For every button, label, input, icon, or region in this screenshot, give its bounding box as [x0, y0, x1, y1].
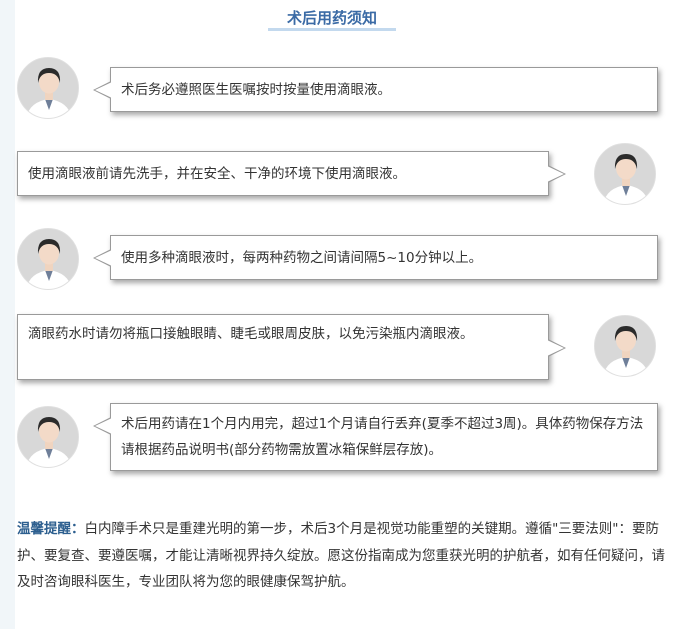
doctor-avatar-icon [18, 58, 78, 118]
warm-reminder-text: 白内障手术只是重建光明的第一步，术后3个月是视觉功能重塑的关键期。遵循"三要法则… [17, 521, 665, 590]
doctor-avatar [594, 315, 656, 377]
message-text: 使用滴眼液前请先洗手，并在安全、干净的环境下使用滴眼液。 [28, 166, 406, 182]
message-bubble-4: 滴眼药水时请勿将瓶口接触眼睛、睫毛或眼周皮肤，以免污染瓶内滴眼液。 .b4fix… [17, 314, 566, 380]
message-bubble-2: 使用滴眼液前请先洗手，并在安全、干净的环境下使用滴眼液。 [17, 151, 566, 196]
message-text: 术后务必遵照医生医嘱按时按量使用滴眼液。 [121, 82, 391, 98]
message-text: 术后用药请在1个月内用完，超过1个月请自行丢弃(夏季不超过3周)。具体药物保存方… [121, 416, 644, 458]
title-underline [268, 28, 396, 31]
doctor-avatar [17, 228, 79, 290]
doctor-avatar [17, 57, 79, 119]
doctor-avatar-icon [18, 229, 78, 289]
warm-reminder: 温馨提醒：白内障手术只是重建光明的第一步，术后3个月是视觉功能重塑的关键期。遵循… [17, 516, 665, 596]
page-title: 术后用药须知 [286, 9, 377, 27]
message-text: 滴眼药水时请勿将瓶口接触眼睛、睫毛或眼周皮肤，以免污染瓶内滴眼液。 [28, 326, 474, 342]
warm-reminder-label: 温馨提醒： [17, 521, 85, 537]
doctor-avatar-icon [18, 407, 78, 467]
doctor-avatar [594, 143, 656, 205]
doctor-avatar-icon [595, 144, 655, 204]
side-strip [0, 0, 15, 629]
message-bubble-1: 术后务必遵照医生医嘱按时按量使用滴眼液。 [93, 67, 658, 112]
message-text: 使用多种滴眼液时，每两种药物之间请间隔5~10分钟以上。 [121, 250, 483, 266]
section-header: 术后用药须知 [0, 0, 678, 36]
doctor-avatar [17, 406, 79, 468]
message-bubble-3: 使用多种滴眼液时，每两种药物之间请间隔5~10分钟以上。 [93, 235, 658, 280]
doctor-avatar-icon [595, 316, 655, 376]
message-bubble-5: 术后用药请在1个月内用完，超过1个月请自行丢弃(夏季不超过3周)。具体药物保存方… [93, 403, 658, 471]
